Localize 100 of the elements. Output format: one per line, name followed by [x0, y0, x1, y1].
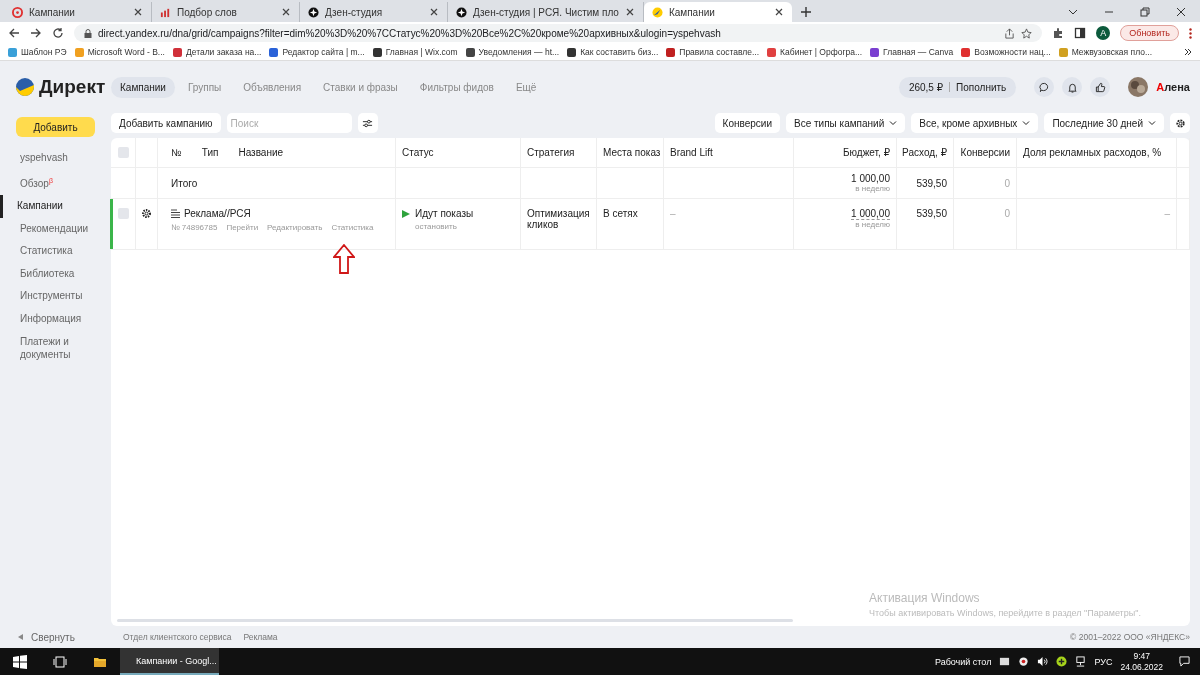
table-cell: –	[1164, 208, 1170, 219]
balance-pill[interactable]: 260,5 ₽ Пополнить	[898, 76, 1017, 98]
notification-icon[interactable]	[1179, 656, 1190, 667]
column-header: Название	[238, 147, 284, 158]
favicon-icon	[12, 6, 23, 18]
puzzle-icon[interactable]	[1052, 27, 1065, 39]
add-campaign-button[interactable]: Добавить кампанию	[111, 113, 221, 133]
back-icon[interactable]	[8, 27, 20, 39]
bookmark[interactable]: Детали заказа на...	[172, 47, 262, 57]
filter-button[interactable]: Конверсии	[714, 113, 780, 133]
bookmark[interactable]: Редактор сайта | m...	[269, 47, 365, 57]
filter-dropdown[interactable]: Последние 30 дней	[1044, 113, 1164, 133]
arrow-annotation	[333, 244, 355, 274]
bookmark[interactable]: Шаблон РЭ	[8, 47, 67, 57]
column-header: Конверсии	[960, 147, 1010, 158]
table-cell: 1 000,00	[851, 173, 890, 184]
direct-logo[interactable]: Директ	[16, 76, 111, 98]
filter-settings-icon[interactable]	[357, 113, 378, 133]
taskbar-app[interactable]: Кампании - Googl...	[120, 648, 219, 675]
scrollbar[interactable]	[117, 619, 793, 622]
new-tab-icon[interactable]	[799, 6, 812, 18]
favicon-icon	[308, 6, 319, 18]
sidebar-item[interactable]: Статистика	[0, 240, 111, 263]
reload-icon[interactable]	[52, 27, 64, 39]
sidebar-item[interactable]: yspehvash	[0, 147, 111, 170]
collapse-button[interactable]: Свернуть	[0, 630, 111, 644]
sidebar-item[interactable]: Библиотека	[0, 262, 111, 286]
sidebar-item[interactable]: Инструменты	[0, 285, 111, 308]
clock[interactable]: 9:47 24.06.2022	[1120, 650, 1163, 673]
record-icon[interactable]	[1018, 656, 1030, 667]
filter-dropdown[interactable]: Все, кроме архивных	[911, 113, 1039, 133]
column-header: Расход, ₽	[902, 147, 947, 158]
thumbs-up-icon[interactable]	[1090, 77, 1111, 97]
budget-link[interactable]: 1 000,00	[851, 208, 890, 220]
close-icon[interactable]	[1176, 7, 1186, 17]
share-icon[interactable]	[1004, 27, 1016, 39]
bookmark[interactable]: Кабинет | Орфогра...	[767, 47, 863, 57]
table-cell: 539,50	[916, 177, 947, 189]
activation-text: Чтобы активировать Windows, перейдите в раздел "Параметры".	[869, 608, 1141, 618]
sidebar-item[interactable]: Обзор$^{β}$	[0, 169, 111, 196]
table-cell-text: В сетях	[603, 208, 639, 219]
column-header: Доля рекламных расходов, %	[1023, 147, 1163, 158]
gear-icon[interactable]	[141, 208, 152, 219]
sidebar-item[interactable]: Информация	[0, 307, 111, 331]
bookmark[interactable]: Уведомления — ht...	[465, 47, 560, 57]
profile-avatar[interactable]: A	[1096, 26, 1111, 40]
status-text: Идут показы	[415, 208, 474, 219]
more-bookmarks-icon[interactable]	[1184, 48, 1192, 56]
favicon-icon	[160, 6, 171, 18]
star-icon[interactable]	[1021, 27, 1033, 39]
bookmark[interactable]: Главная | Wix.com	[372, 47, 458, 57]
table-cell: 0	[1004, 208, 1010, 219]
settings-icon[interactable]	[1170, 113, 1190, 133]
user-name[interactable]: Алена	[1156, 81, 1190, 93]
plus-circle-icon[interactable]	[1056, 656, 1068, 667]
campaign-name[interactable]: Реклама//РСЯ	[184, 208, 251, 219]
side-panel-icon[interactable]	[1074, 27, 1087, 39]
avatar[interactable]	[1128, 77, 1149, 97]
column-header: Brand Lift	[670, 147, 714, 158]
bell-icon[interactable]	[1062, 77, 1083, 97]
checkbox[interactable]	[117, 208, 129, 219]
chevron-down-icon	[1148, 119, 1156, 127]
bookmark[interactable]: Как составить биз...	[567, 47, 659, 57]
more-icon[interactable]	[1189, 27, 1192, 39]
close-icon[interactable]	[624, 7, 635, 17]
bookmark[interactable]: Правила составле...	[666, 47, 760, 57]
bookmark[interactable]: Межвузовская пло...	[1058, 47, 1152, 57]
close-icon[interactable]	[429, 7, 439, 17]
column-header: Статус	[402, 147, 435, 158]
network-icon[interactable]	[1075, 656, 1087, 667]
address-field[interactable]: direct.yandex.ru/dna/grid/campaigns?filter=dim%20%3D%20%7CСтатус%20%3D%20Все%2C%20кроме%20архивных&ulogin=yspehvash	[74, 24, 1043, 42]
sidebar-item[interactable]: Платежи и документы	[0, 330, 90, 362]
update-button[interactable]: Обновить	[1120, 25, 1179, 41]
favicon-icon	[651, 6, 663, 18]
copyright: © 2001–2022 ООО «ЯНДЕКС»	[1070, 632, 1190, 642]
play-icon	[402, 209, 410, 218]
restore-icon[interactable]	[1140, 7, 1150, 17]
browser-tab[interactable]: Кампании	[643, 2, 792, 22]
close-icon[interactable]	[133, 7, 143, 17]
close-icon[interactable]	[773, 7, 784, 17]
volume-icon[interactable]	[1037, 656, 1049, 667]
nav-tab[interactable]: Кампании	[111, 76, 175, 98]
table-cell: 539,50	[916, 208, 947, 219]
search-field[interactable]: Поиск	[226, 113, 352, 133]
close-icon[interactable]	[281, 7, 291, 17]
filter-dropdown[interactable]: Все типы кампаний	[786, 113, 906, 133]
language-indicator[interactable]: РУС	[1094, 656, 1113, 667]
checkbox[interactable]	[117, 147, 129, 158]
footer-link[interactable]: Отдел клиентского сервиса	[123, 632, 232, 642]
bookmark[interactable]: Microsoft Word - В...	[74, 47, 165, 57]
sidebar-item[interactable]: Рекомендации	[0, 217, 111, 241]
forward-icon[interactable]	[30, 27, 42, 39]
add-button[interactable]: Добавить	[16, 117, 95, 137]
bookmark[interactable]: Главная — Canva	[870, 47, 954, 57]
column-header: Тип	[201, 147, 219, 158]
bookmark[interactable]: Возможности нац...	[961, 47, 1051, 57]
chevron-down-icon[interactable]	[1068, 7, 1078, 17]
desktop-label[interactable]: Рабочий стол	[934, 656, 992, 667]
chat-icon[interactable]	[1034, 77, 1055, 97]
footer-link[interactable]: Реклама	[243, 632, 278, 642]
